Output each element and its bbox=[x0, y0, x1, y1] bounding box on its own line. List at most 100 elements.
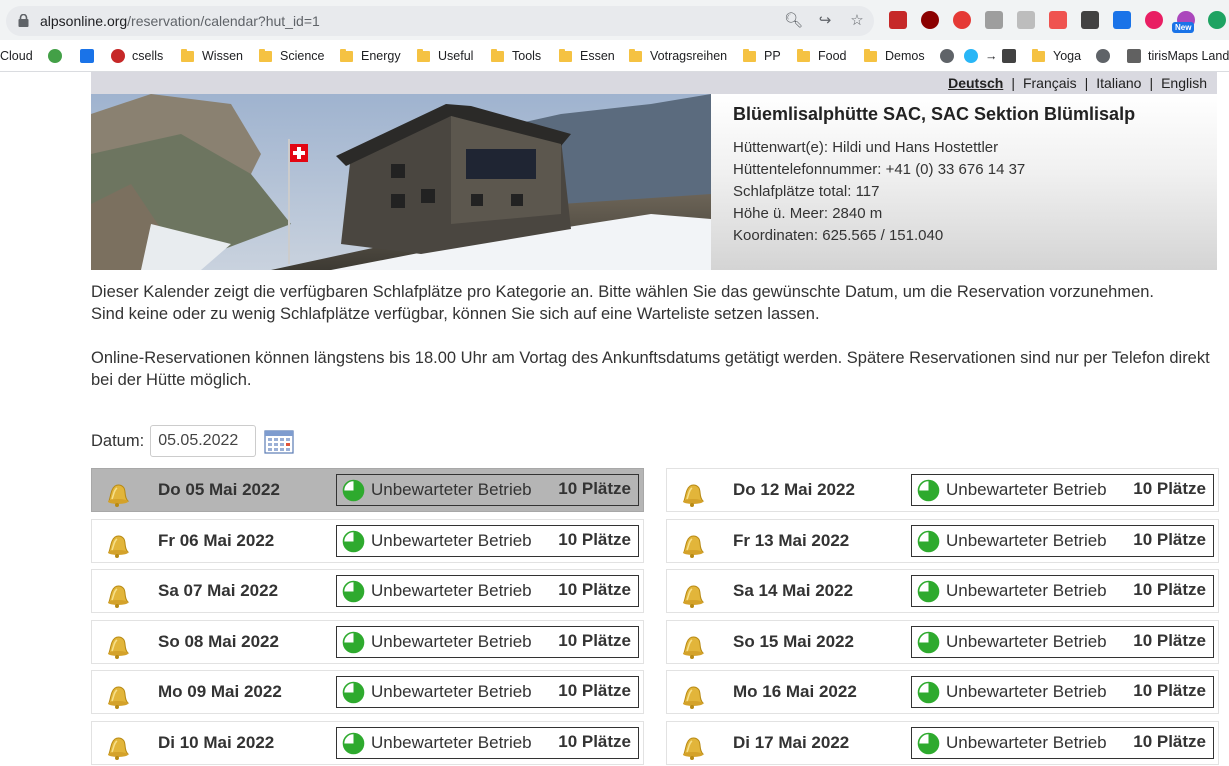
category-label: Unbewarteter Betrieb bbox=[371, 480, 532, 499]
pocket-icon[interactable] bbox=[1049, 11, 1067, 29]
day-date-label: Mo 16 Mai 2022 bbox=[733, 682, 857, 701]
bookmark-icon-blue[interactable] bbox=[80, 45, 101, 67]
calendar-day-row[interactable]: Fr 13 Mai 2022 Unbewarteter Betrieb 10 Plä… bbox=[666, 518, 1219, 563]
bookmark-arrow[interactable]: → bbox=[964, 45, 1023, 67]
intro-text: Dieser Kalender zeigt die verfügbaren Sc… bbox=[91, 281, 1211, 391]
power-icon bbox=[111, 49, 125, 63]
calendar-day-row[interactable]: Do 05 Mai 2022 Unbewarteter Betrieb 10 Plä… bbox=[91, 468, 644, 512]
availability-box[interactable]: Unbewarteter Betrieb 10 Plätze bbox=[336, 676, 639, 708]
calendar-day-row[interactable]: Di 10 Mai 2022 Unbewarteter Betrieb 10 Plä… bbox=[91, 720, 644, 765]
folder-icon bbox=[797, 48, 810, 62]
bookmark-wissen[interactable]: Wissen bbox=[181, 45, 243, 67]
extension-icon-9[interactable] bbox=[1145, 11, 1163, 29]
availability-box[interactable]: Unbewarteter Betrieb 10 Plätze bbox=[336, 726, 639, 759]
lang-italiano[interactable]: Italiano bbox=[1096, 75, 1141, 91]
folder-icon bbox=[743, 48, 756, 62]
occupancy-pie-icon bbox=[342, 530, 365, 553]
bell-icon bbox=[102, 530, 132, 560]
bookmark-pp[interactable]: PP bbox=[743, 45, 781, 67]
day-date-label: Mo 09 Mai 2022 bbox=[158, 682, 282, 701]
zoom-icon[interactable]: 🔍︎ bbox=[784, 12, 803, 30]
availability-box[interactable]: Unbewarteter Betrieb 10 Plätze bbox=[911, 676, 1214, 708]
free-places-count: 10 Plätze bbox=[558, 630, 631, 650]
occupancy-pie-icon bbox=[917, 530, 940, 553]
calendar-day-row[interactable]: Mo 16 Mai 2022 Unbewarteter Betrieb 10 Plä… bbox=[666, 670, 1219, 714]
availability-box[interactable]: Unbewarteter Betrieb 10 Plätze bbox=[336, 474, 639, 506]
bell-icon bbox=[677, 681, 707, 711]
extension-icon-7[interactable] bbox=[1081, 11, 1099, 29]
folder-icon bbox=[491, 48, 504, 62]
calendar-day-row[interactable]: Do 12 Mai 2022 Unbewarteter Betrieb 10 Plä… bbox=[666, 468, 1219, 512]
extension-icon-8[interactable] bbox=[1113, 11, 1131, 29]
free-places-count: 10 Plätze bbox=[558, 479, 631, 498]
calendar-day-row[interactable]: Di 17 Mai 2022 Unbewarteter Betrieb 10 Plä… bbox=[666, 720, 1219, 765]
day-date-label: Sa 14 Mai 2022 bbox=[733, 581, 854, 600]
category-label: Unbewarteter Betrieb bbox=[371, 631, 532, 651]
availability-box[interactable]: Unbewarteter Betrieb 10 Plätze bbox=[911, 524, 1214, 557]
calendar-day-row[interactable]: Sa 14 Mai 2022 Unbewarteter Betrieb 10 Plä… bbox=[666, 569, 1219, 613]
folder-icon bbox=[417, 48, 430, 62]
availability-box[interactable]: Unbewarteter Betrieb 10 Plätze bbox=[336, 575, 639, 607]
availability-box[interactable]: Unbewarteter Betrieb 10 Plätze bbox=[336, 524, 639, 557]
calendar-day-row[interactable]: Fr 06 Mai 2022 Unbewarteter Betrieb 10 Plä… bbox=[91, 518, 644, 563]
bookmark-tirismaps[interactable]: tirisMaps Land bbox=[1127, 45, 1229, 67]
lang-english[interactable]: English bbox=[1161, 75, 1207, 91]
globe-icon bbox=[940, 49, 954, 63]
free-places-count: 10 Plätze bbox=[1133, 630, 1206, 650]
extension-icon-3[interactable] bbox=[953, 11, 971, 29]
intro-paragraph-1: Dieser Kalender zeigt die verfügbaren Sc… bbox=[91, 283, 1155, 301]
free-places-count: 10 Plätze bbox=[1133, 580, 1206, 599]
calendar-day-row[interactable]: Mo 09 Mai 2022 Unbewarteter Betrieb 10 Plä… bbox=[91, 670, 644, 714]
hut-coordinates: Koordinaten: 625.565 / 151.040 bbox=[733, 227, 944, 244]
share-icon[interactable]: ↪ bbox=[816, 12, 834, 30]
hut-warden: Hüttenwart(e): Hildi und Hans Hostettler bbox=[733, 139, 999, 156]
bookmark-demos[interactable]: Demos bbox=[864, 45, 925, 67]
bookmark-cloud[interactable]: Cloud bbox=[0, 45, 33, 67]
calendar-day-row[interactable]: So 15 Mai 2022 Unbewarteter Betrieb 10 Plä… bbox=[666, 619, 1219, 664]
cap-icon bbox=[80, 49, 94, 63]
free-places-count: 10 Plätze bbox=[558, 731, 631, 751]
extension-icon-5[interactable] bbox=[1017, 11, 1035, 29]
bookmark-globe-2[interactable] bbox=[1096, 45, 1117, 67]
bookmark-energy[interactable]: Energy bbox=[340, 45, 401, 67]
lang-francais[interactable]: Français bbox=[1023, 75, 1077, 91]
ublock-icon[interactable] bbox=[921, 11, 939, 29]
category-label: Unbewarteter Betrieb bbox=[371, 682, 532, 701]
calendar-icon[interactable] bbox=[264, 428, 294, 454]
hut-info-box: Blüemlisalphütte SAC, SAC Sektion Blümli… bbox=[711, 94, 1217, 270]
free-places-count: 10 Plätze bbox=[1133, 479, 1206, 498]
hut-altitude: Höhe ü. Meer: 2840 m bbox=[733, 205, 883, 222]
bell-icon bbox=[102, 479, 132, 509]
day-date-label: So 08 Mai 2022 bbox=[158, 631, 279, 651]
bookmark-globe[interactable] bbox=[940, 45, 961, 67]
bookmarks-bar: Cloud csells Wissen Science Energy Usefu… bbox=[0, 40, 1229, 72]
bookmark-food[interactable]: Food bbox=[797, 45, 847, 67]
occupancy-pie-icon bbox=[342, 631, 365, 654]
availability-box[interactable]: Unbewarteter Betrieb 10 Plätze bbox=[336, 625, 639, 658]
calendar-day-row[interactable]: So 08 Mai 2022 Unbewarteter Betrieb 10 Plä… bbox=[91, 619, 644, 664]
bookmark-csells[interactable]: csells bbox=[111, 45, 163, 67]
bookmark-yoga[interactable]: Yoga bbox=[1032, 45, 1081, 67]
availability-box[interactable]: Unbewarteter Betrieb 10 Plätze bbox=[911, 575, 1214, 607]
grammarly-icon[interactable] bbox=[1208, 11, 1226, 29]
lang-deutsch[interactable]: Deutsch bbox=[948, 75, 1003, 91]
bookmark-useful[interactable]: Useful bbox=[417, 45, 473, 67]
extension-icon-4[interactable] bbox=[985, 11, 1003, 29]
availability-box[interactable]: Unbewarteter Betrieb 10 Plätze bbox=[911, 474, 1214, 506]
date-input[interactable] bbox=[150, 425, 257, 457]
bookmark-essen[interactable]: Essen bbox=[559, 45, 615, 67]
hut-photo bbox=[91, 94, 711, 270]
calendar-day-row[interactable]: Sa 07 Mai 2022 Unbewarteter Betrieb 10 Plä… bbox=[91, 569, 644, 613]
bookmark-science[interactable]: Science bbox=[259, 45, 324, 67]
occupancy-pie-icon bbox=[342, 479, 365, 502]
occupancy-pie-icon bbox=[342, 681, 365, 704]
bookmark-tools[interactable]: Tools bbox=[491, 45, 541, 67]
address-bar[interactable]: alpsonline.org/reservation/calendar?hut_… bbox=[6, 6, 874, 36]
availability-box[interactable]: Unbewarteter Betrieb 10 Plätze bbox=[911, 625, 1214, 658]
star-bookmark-icon[interactable]: ☆ bbox=[848, 12, 866, 30]
availability-box[interactable]: Unbewarteter Betrieb 10 Plätze bbox=[911, 726, 1214, 759]
extension-icon-1[interactable] bbox=[889, 11, 907, 29]
bookmark-votragsreihen[interactable]: Votragsreihen bbox=[629, 45, 727, 67]
free-places-count: 10 Plätze bbox=[1133, 731, 1206, 751]
bookmark-icon-green[interactable] bbox=[48, 45, 69, 67]
